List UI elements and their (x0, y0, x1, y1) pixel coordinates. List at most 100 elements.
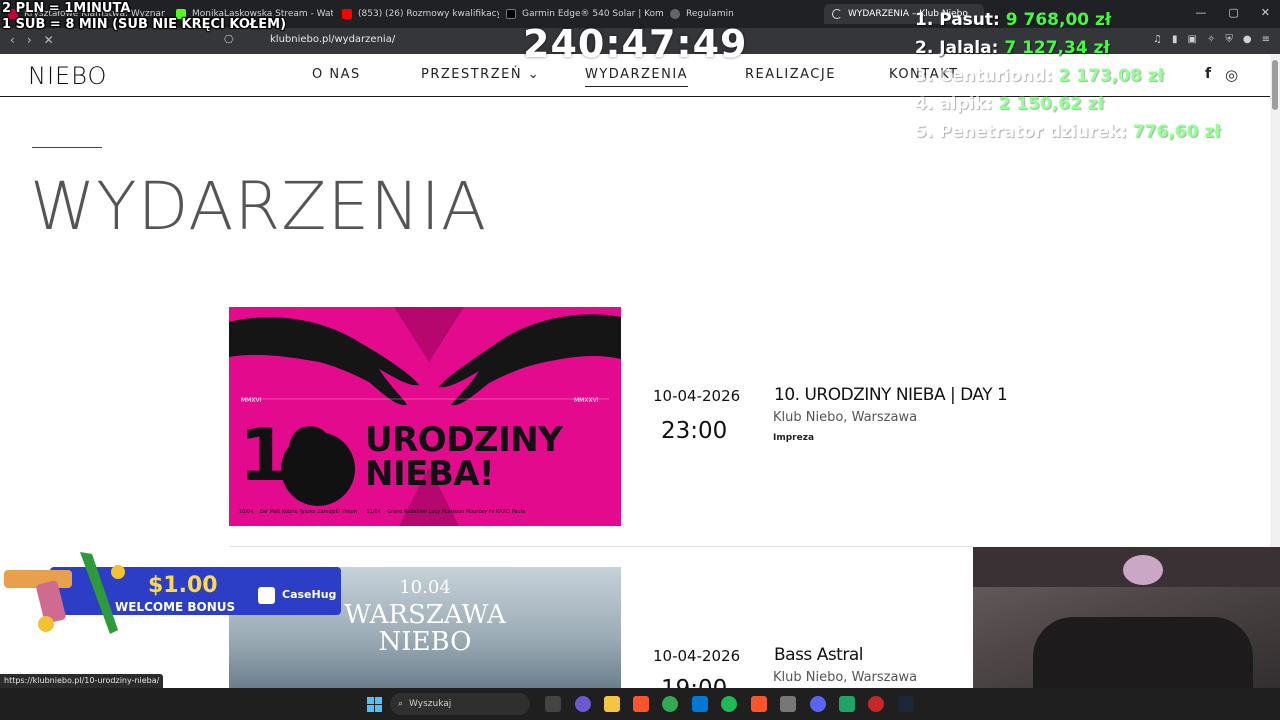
casehug-logo-icon (258, 587, 275, 604)
app-icon[interactable] (868, 696, 884, 712)
loading-spinner-icon (832, 9, 842, 19)
tab-label: Regulamin (686, 9, 734, 19)
brave-active-icon[interactable] (751, 696, 767, 712)
spotify-icon[interactable] (721, 696, 737, 712)
image-date-left: 10/04 (239, 509, 254, 515)
promo-bonus: WELCOME BONUS (115, 600, 236, 614)
leaderboard-amount: 776,60 zł (1132, 122, 1221, 142)
search-placeholder: Wyszukaj (409, 699, 452, 709)
discord-icon[interactable] (810, 696, 826, 712)
page-title: WYDARZENIA (30, 168, 488, 245)
event-1-title[interactable]: 10. URODZINY NIEBA | DAY 1 (774, 385, 1008, 405)
chrome-icon[interactable] (662, 696, 678, 712)
back-icon[interactable]: ‹ (10, 33, 15, 47)
nav-przestrzen[interactable]: PRZESTRZEŃ ⌄ (421, 67, 540, 82)
browser-tab[interactable]: Regulamin (662, 4, 812, 24)
image-roman-right: MMXXVI (574, 397, 599, 404)
niebo-emblem-icon (281, 432, 355, 506)
address-bar[interactable]: klubniebo.pl/wydarzenia/ (270, 34, 395, 45)
image-headline: URODZINY NIEBA! (365, 420, 563, 494)
extension-icon[interactable]: ♫ (1153, 34, 1162, 45)
left-hand (229, 317, 419, 406)
leaderboard-row: 1. Pasut: 9 768,00 zł (915, 10, 1111, 30)
leaderboard-name: 1. Pasut: (915, 10, 1000, 30)
search-icon: ⌕ (398, 699, 404, 709)
minimize-icon[interactable]: — (1195, 6, 1206, 19)
leo-icon[interactable]: ✧ (1207, 34, 1215, 45)
nav-wydarzenia[interactable]: WYDARZENIA (585, 67, 689, 87)
leaderboard-row: 5. Penetrator dziurek: 776,60 zł (915, 122, 1221, 142)
bookmark-icon[interactable]: ⎔ (224, 33, 234, 46)
overlay-rate-line1: 2 PLN = 1MINUTA (2, 1, 131, 16)
event-1-date: 10-04-2026 (653, 387, 741, 405)
sidebar-icon[interactable]: ▮ (1172, 34, 1178, 45)
garmin-favicon-icon (506, 9, 516, 19)
event-1-image[interactable]: MMXVI MMXXVI 10 URODZINY NIEBA! 10/04 Ea… (229, 307, 621, 526)
windows-start-icon[interactable] (367, 697, 382, 712)
leaderboard-row: 2. Jalala: 7 127,34 zł (915, 38, 1110, 58)
globe-icon (670, 9, 680, 19)
gun-icon (4, 552, 125, 634)
close-icon[interactable]: ✕ (1261, 6, 1270, 19)
instagram-icon[interactable]: ◎ (1225, 66, 1238, 84)
promo-brand: CaseHug (282, 588, 337, 601)
event-1-time: 23:00 (661, 418, 728, 444)
leaderboard-name: 5. Penetrator dziurek: (915, 122, 1127, 142)
brave-icon[interactable] (633, 696, 649, 712)
title-divider (32, 147, 102, 148)
leaderboard-amount: 9 768,00 zł (1005, 10, 1112, 30)
image-credits: 10/04 Ear Melt Kobrie Tyszko Zamojski Ti… (239, 509, 525, 515)
image-credits-right: Grand Rebellion Lucy Monsoon Mourcey Fe … (387, 509, 526, 515)
right-hand (439, 314, 621, 406)
screen: Kryształowe Kłamstwa: Wyznania... Monika… (0, 0, 1280, 720)
browser-tab[interactable]: (853) (26) Rozmowy kwalifikacyjne pi... (334, 4, 499, 24)
x-shape-top (394, 307, 464, 362)
nav-realizacje[interactable]: REALIZACJE (745, 67, 836, 82)
scrollbar-thumb[interactable] (1272, 60, 1278, 110)
tab-label: (853) (26) Rozmowy kwalifikacyjne pi... (358, 9, 499, 19)
window-controls: — ▢ ✕ (1195, 6, 1270, 19)
image-date-right: 11/04 (366, 509, 381, 515)
copilot-icon[interactable] (575, 696, 591, 712)
maximize-icon[interactable]: ▢ (1228, 6, 1238, 19)
event-2-title[interactable]: Bass Astral (774, 645, 863, 665)
stop-icon[interactable]: ✕ (44, 33, 54, 47)
status-bar-url: https://klubniebo.pl/10-urodziny-nieba/ (0, 674, 164, 688)
event-2-date: 10-04-2026 (653, 647, 741, 665)
youtube-favicon-icon (342, 9, 352, 19)
taskbar: ⌕ Wyszukaj (0, 688, 1280, 720)
vpn-icon[interactable]: ● (1243, 34, 1252, 45)
forward-icon[interactable]: › (27, 33, 32, 47)
extension-icons: ♫ ▮ ▣ ✧ ⛨ ● ≡ (1153, 34, 1270, 45)
nav-o-nas[interactable]: O NAS (312, 67, 361, 82)
wallet-icon[interactable]: ▣ (1188, 34, 1197, 45)
steam-icon[interactable] (898, 696, 914, 712)
task-view-icon[interactable] (545, 696, 561, 712)
file-explorer-icon[interactable] (604, 696, 620, 712)
site-logo[interactable]: NIEBO (28, 62, 107, 90)
store-icon[interactable] (692, 696, 708, 712)
leaderboard-row: 3. Centuriond: 2 173,08 zł (915, 66, 1164, 86)
calculator-icon[interactable] (780, 696, 796, 712)
browser-tab[interactable]: Garmin Edge® 540 Solar | Komputer... (498, 4, 663, 24)
image-headline-line2: NIEBA! (365, 454, 495, 494)
promo-banner: $1.00 WELCOME BONUS CaseHug (0, 547, 341, 635)
image-headline-line1: URODZINY (365, 420, 563, 460)
webcam-plush (1123, 555, 1163, 585)
excel-icon[interactable] (839, 696, 855, 712)
image-roman-left: MMXVI (241, 397, 262, 404)
image-credits-left: Ear Melt Kobrie Tyszko Zamojski Timon (259, 509, 357, 515)
overlay-timer: 240:47:49 (523, 22, 748, 66)
promo-amount: $1.00 (148, 573, 218, 598)
event-1-category[interactable]: Impreza (773, 433, 814, 443)
taskbar-search[interactable]: ⌕ Wyszukaj (390, 693, 530, 715)
menu-icon[interactable]: ≡ (1262, 34, 1270, 45)
leaderboard-name: 2. Jalala: (915, 38, 999, 58)
leaderboard-amount: 2 150,62 zł (998, 94, 1105, 114)
event-2-venue: Klub Niebo, Warszawa (773, 670, 918, 685)
overlay-rate-line2: 1 SUB = 8 MIN (SUB NIE KRĘCI KOŁEM) (2, 17, 287, 32)
facebook-icon[interactable]: f (1205, 66, 1211, 82)
tab-label: Garmin Edge® 540 Solar | Komputer... (522, 9, 663, 19)
event-1-venue: Klub Niebo, Warszawa (773, 410, 918, 425)
shield-icon[interactable]: ⛨ (1225, 34, 1233, 45)
